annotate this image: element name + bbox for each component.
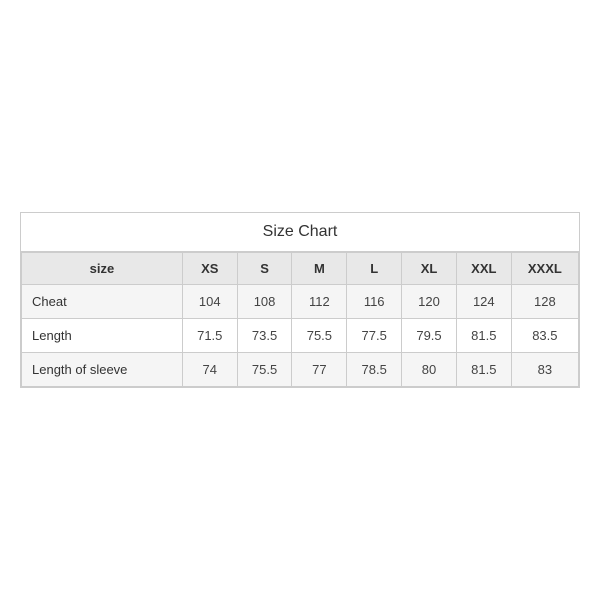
row-2-col-5: 81.5 bbox=[456, 353, 511, 387]
row-0-col-2: 112 bbox=[292, 285, 347, 319]
chart-title: Size Chart bbox=[21, 213, 579, 252]
row-0-label: Cheat bbox=[22, 285, 183, 319]
row-0-col-4: 120 bbox=[402, 285, 457, 319]
header-col-5: XL bbox=[402, 253, 457, 285]
row-2-col-6: 83 bbox=[511, 353, 578, 387]
row-0-col-6: 128 bbox=[511, 285, 578, 319]
row-0-col-3: 116 bbox=[347, 285, 402, 319]
table-header-row: sizeXSSMLXLXXLXXXL bbox=[22, 253, 579, 285]
row-2-col-1: 75.5 bbox=[237, 353, 292, 387]
row-1-label: Length bbox=[22, 319, 183, 353]
header-col-1: XS bbox=[182, 253, 237, 285]
row-0-col-5: 124 bbox=[456, 285, 511, 319]
header-col-3: M bbox=[292, 253, 347, 285]
row-2-col-4: 80 bbox=[402, 353, 457, 387]
table-row: Length71.573.575.577.579.581.583.5 bbox=[22, 319, 579, 353]
header-col-7: XXXL bbox=[511, 253, 578, 285]
row-2-col-2: 77 bbox=[292, 353, 347, 387]
size-chart-container: Size Chart sizeXSSMLXLXXLXXXL Cheat10410… bbox=[20, 212, 580, 388]
row-0-col-0: 104 bbox=[182, 285, 237, 319]
row-2-col-3: 78.5 bbox=[347, 353, 402, 387]
row-2-col-0: 74 bbox=[182, 353, 237, 387]
table-body: Cheat104108112116120124128Length71.573.5… bbox=[22, 285, 579, 387]
header-col-2: S bbox=[237, 253, 292, 285]
size-chart-table: sizeXSSMLXLXXLXXXL Cheat1041081121161201… bbox=[21, 252, 579, 387]
row-1-col-3: 77.5 bbox=[347, 319, 402, 353]
header-col-6: XXL bbox=[456, 253, 511, 285]
table-row: Length of sleeve7475.57778.58081.583 bbox=[22, 353, 579, 387]
row-1-col-2: 75.5 bbox=[292, 319, 347, 353]
header-col-0: size bbox=[22, 253, 183, 285]
row-1-col-6: 83.5 bbox=[511, 319, 578, 353]
row-0-col-1: 108 bbox=[237, 285, 292, 319]
row-1-col-4: 79.5 bbox=[402, 319, 457, 353]
row-1-col-1: 73.5 bbox=[237, 319, 292, 353]
row-2-label: Length of sleeve bbox=[22, 353, 183, 387]
row-1-col-5: 81.5 bbox=[456, 319, 511, 353]
table-row: Cheat104108112116120124128 bbox=[22, 285, 579, 319]
row-1-col-0: 71.5 bbox=[182, 319, 237, 353]
header-col-4: L bbox=[347, 253, 402, 285]
